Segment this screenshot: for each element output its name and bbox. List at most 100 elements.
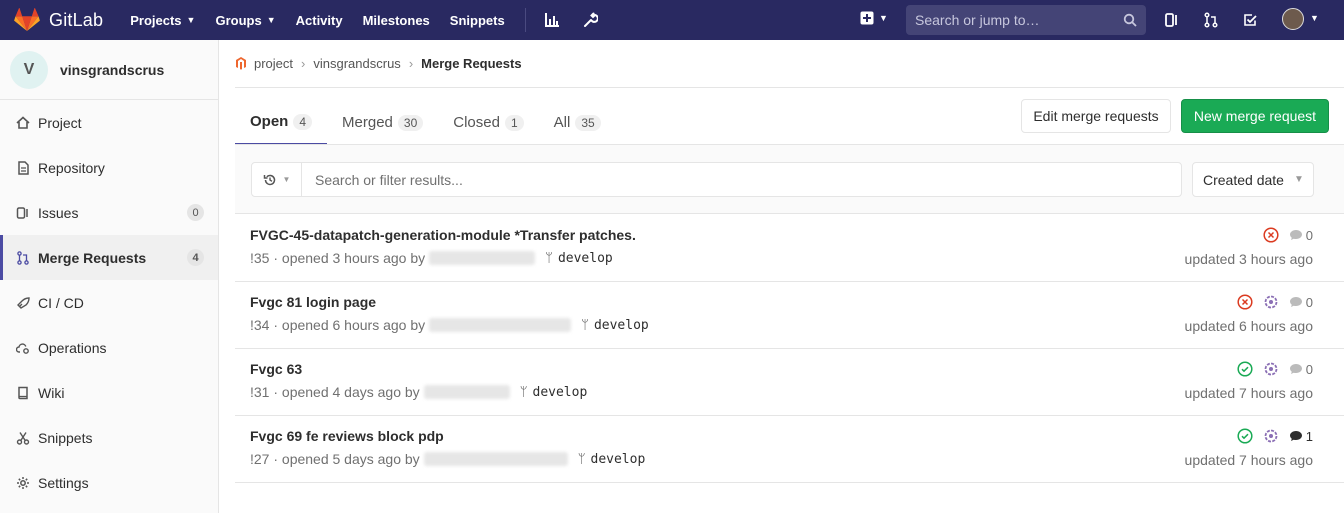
chevron-down-icon[interactable]: ▼ bbox=[1310, 13, 1319, 23]
chevron-down-icon: ▼ bbox=[879, 13, 888, 23]
mr-meta: !27 · opened 5 days ago by ᛘ develop bbox=[250, 451, 645, 467]
top-navbar: GitLab Projects ▼ Groups ▼ Activity Milest… bbox=[0, 0, 1344, 40]
gitlab-tanuki-icon bbox=[14, 8, 40, 31]
user-avatar[interactable] bbox=[1282, 8, 1304, 30]
target-branch[interactable]: ᛘ develop bbox=[545, 251, 613, 266]
comments-count[interactable]: 0 bbox=[1289, 295, 1313, 310]
author-name-redacted[interactable] bbox=[429, 251, 536, 265]
sidebar-item-ci-cd[interactable]: CI / CD bbox=[0, 280, 218, 325]
branch-name: develop bbox=[532, 384, 588, 400]
pipeline-passed-icon[interactable] bbox=[1237, 428, 1253, 444]
nav-groups[interactable]: Groups ▼ bbox=[215, 13, 275, 28]
target-branch[interactable]: ᛘ develop bbox=[578, 452, 646, 467]
main-nav: Projects ▼ Groups ▼ Activity Milestones Sn… bbox=[130, 0, 617, 40]
comment-icon bbox=[1289, 364, 1302, 374]
tab-count-badge: 4 bbox=[293, 113, 313, 130]
project-avatar: V bbox=[10, 50, 48, 89]
recent-searches-button[interactable]: ▼ bbox=[251, 162, 302, 197]
approval-icon[interactable] bbox=[1263, 361, 1279, 377]
sidebar-item-merge-requests[interactable]: Merge Requests 4 bbox=[0, 235, 218, 280]
sidebar-item-project[interactable]: Project bbox=[0, 100, 218, 145]
mr-meta-text: !35 · opened 3 hours ago by bbox=[250, 250, 426, 266]
comments-count-text: 0 bbox=[1305, 294, 1313, 310]
chevron-down-icon: ▼ bbox=[1293, 174, 1304, 185]
sort-label: Created date bbox=[1203, 171, 1284, 188]
sidebar-project-header[interactable]: V vinsgrandscrus bbox=[0, 40, 218, 100]
branch-name: develop bbox=[590, 451, 646, 467]
filter-search-input[interactable]: Search or filter results... bbox=[301, 162, 1182, 197]
breadcrumb-merge-requests[interactable]: Merge Requests bbox=[421, 56, 521, 71]
chevron-down-icon: ▼ bbox=[282, 175, 291, 184]
mr-title-link[interactable]: Fvgc 63 bbox=[250, 361, 302, 377]
author-name-redacted[interactable] bbox=[423, 385, 510, 399]
gear-icon bbox=[15, 475, 31, 491]
nav-projects[interactable]: Projects ▼ bbox=[130, 13, 195, 28]
mr-title-link[interactable]: Fvgc 69 fe reviews block pdp bbox=[250, 428, 444, 444]
pipeline-failed-icon[interactable] bbox=[1237, 294, 1253, 310]
magento-logo-icon bbox=[236, 57, 246, 70]
sidebar-item-wiki[interactable]: Wiki bbox=[0, 370, 218, 415]
sidebar-toggle-icon[interactable] bbox=[1162, 10, 1182, 30]
tab-all[interactable]: All 35 bbox=[539, 100, 616, 145]
divider bbox=[235, 87, 1344, 88]
new-dropdown-button[interactable]: ▼ bbox=[860, 11, 888, 25]
tab-open[interactable]: Open 4 bbox=[235, 100, 328, 145]
comments-count[interactable]: 0 bbox=[1289, 228, 1313, 243]
comment-icon bbox=[1289, 431, 1302, 441]
comments-count[interactable]: 0 bbox=[1289, 362, 1313, 377]
merge-request-icon[interactable] bbox=[1201, 10, 1221, 30]
tab-label: Merged bbox=[342, 114, 393, 131]
search-icon bbox=[1123, 13, 1137, 27]
sidebar-item-settings[interactable]: Settings bbox=[0, 460, 218, 505]
merge-request-row: Fvgc 63 !31 · opened 4 days ago by ᛘ deve… bbox=[235, 349, 1344, 416]
scissors-icon bbox=[15, 430, 31, 446]
sidebar-item-label: Project bbox=[38, 114, 82, 131]
mr-updated-time: updated 3 hours ago bbox=[1184, 251, 1313, 267]
edit-merge-requests-button[interactable]: Edit merge requests bbox=[1021, 99, 1171, 133]
sort-dropdown[interactable]: Created date ▼ bbox=[1192, 162, 1314, 197]
sidebar-item-issues[interactable]: Issues 0 bbox=[0, 190, 218, 235]
pipeline-passed-icon[interactable] bbox=[1237, 361, 1253, 377]
sidebar-item-label: Issues bbox=[38, 204, 79, 221]
comments-count[interactable]: 1 bbox=[1289, 429, 1313, 444]
chevron-right-icon: › bbox=[408, 55, 414, 71]
history-icon bbox=[263, 174, 275, 185]
nav-activity[interactable]: Activity bbox=[296, 13, 343, 28]
sidebar-item-operations[interactable]: Operations bbox=[0, 325, 218, 370]
approval-icon[interactable] bbox=[1263, 428, 1279, 444]
mr-title-link[interactable]: FVGC-45-datapatch-generation-module *Tra… bbox=[250, 227, 636, 243]
new-merge-request-button[interactable]: New merge request bbox=[1181, 99, 1329, 133]
approval-icon[interactable] bbox=[1263, 294, 1279, 310]
comment-icon bbox=[1289, 230, 1302, 240]
tab-closed[interactable]: Closed 1 bbox=[438, 100, 538, 145]
book-icon bbox=[15, 385, 31, 401]
mr-status-icons: 0 bbox=[1237, 361, 1313, 377]
wrench-icon[interactable] bbox=[580, 10, 600, 30]
pipeline-failed-icon[interactable] bbox=[1263, 227, 1279, 243]
sidebar-item-repository[interactable]: Repository bbox=[0, 145, 218, 190]
target-branch[interactable]: ᛘ develop bbox=[581, 318, 649, 333]
target-branch[interactable]: ᛘ develop bbox=[520, 385, 588, 400]
todo-check-icon[interactable] bbox=[1240, 10, 1260, 30]
breadcrumb-project[interactable]: project bbox=[254, 56, 293, 71]
nav-snippets[interactable]: Snippets bbox=[450, 13, 505, 28]
breadcrumb-vinsgrandscrus[interactable]: vinsgrandscrus bbox=[313, 56, 400, 71]
author-name-redacted[interactable] bbox=[423, 452, 568, 466]
mr-meta-text: !34 · opened 6 hours ago by bbox=[250, 317, 426, 333]
mr-updated-time: updated 6 hours ago bbox=[1184, 318, 1313, 334]
issues-count-badge: 0 bbox=[187, 204, 204, 221]
tab-merged[interactable]: Merged 30 bbox=[327, 100, 438, 145]
issues-icon bbox=[15, 205, 31, 221]
gitlab-logo[interactable]: GitLab bbox=[14, 0, 103, 40]
nav-milestones[interactable]: Milestones bbox=[363, 13, 430, 28]
branch-icon: ᛘ bbox=[519, 384, 528, 400]
mr-meta-text: !31 · opened 4 days ago by bbox=[250, 384, 420, 400]
merge-request-row: Fvgc 69 fe reviews block pdp !27 · opene… bbox=[235, 416, 1344, 483]
search-input[interactable]: Search or jump to… bbox=[906, 5, 1146, 35]
sidebar-item-snippets[interactable]: Snippets bbox=[0, 415, 218, 460]
chart-icon[interactable] bbox=[542, 10, 562, 30]
mr-title-link[interactable]: Fvgc 81 login page bbox=[250, 294, 376, 310]
tab-label: Closed bbox=[453, 114, 500, 131]
author-name-redacted[interactable] bbox=[429, 318, 572, 332]
comments-count-text: 0 bbox=[1305, 227, 1313, 243]
